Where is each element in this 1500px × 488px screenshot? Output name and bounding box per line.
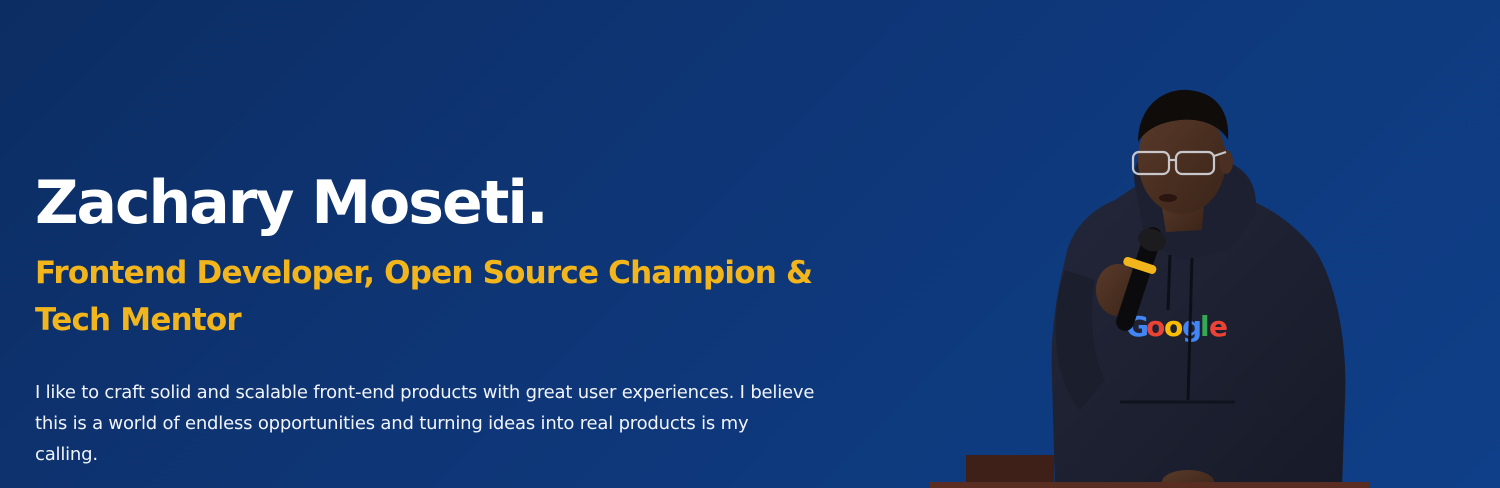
hero-name: Zachary Moseti. — [35, 168, 549, 238]
svg-text:e: e — [1209, 310, 1228, 343]
svg-text:o: o — [1164, 310, 1183, 343]
svg-text:o: o — [1146, 310, 1165, 343]
hero-text: Zachary Moseti. Frontend Developer, Open… — [35, 168, 835, 470]
google-logo: G o o g l e — [1126, 310, 1228, 343]
drawstring — [1166, 254, 1172, 311]
hero-section: Zachary Moseti. Frontend Developer, Open… — [0, 0, 1500, 488]
hero-role: Frontend Developer, Open Source Champion… — [35, 255, 813, 338]
profile-photo: G o o g l e — [930, 89, 1370, 488]
hero-bio: I like to craft solid and scalable front… — [35, 382, 815, 465]
mouth — [1159, 194, 1177, 202]
